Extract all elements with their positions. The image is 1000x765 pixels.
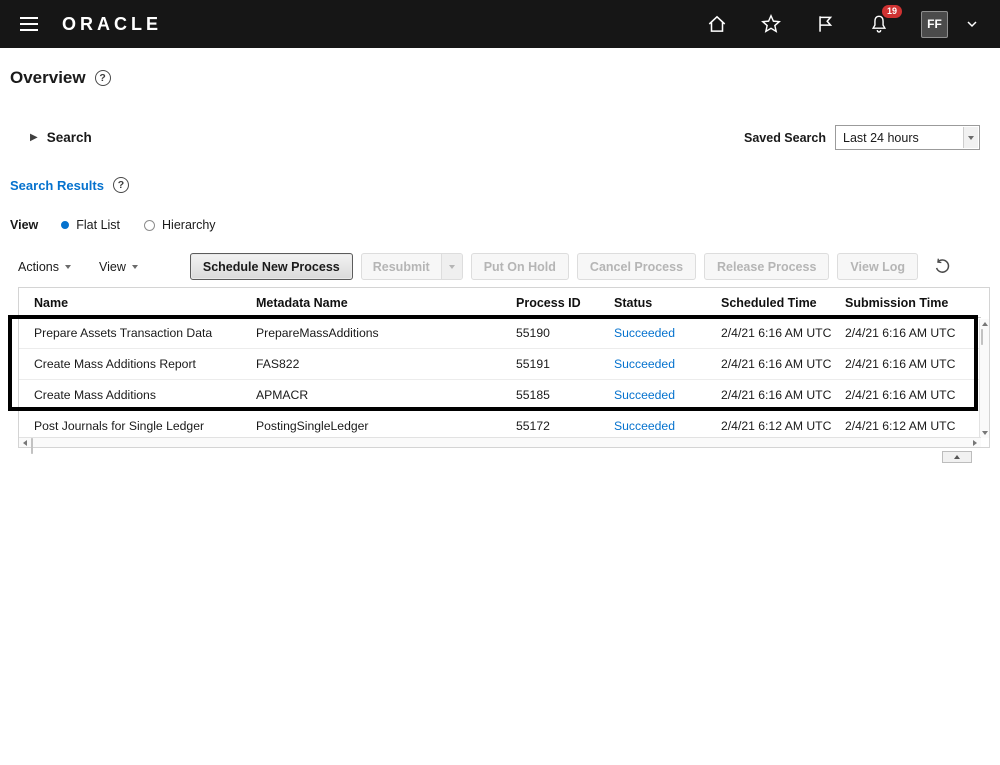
cell-name: Create Mass Additions Report (19, 348, 244, 380)
column-header-submission-time: Submission Time (833, 288, 981, 318)
saved-search-label: Saved Search (744, 130, 826, 145)
flag-icon[interactable] (813, 12, 837, 36)
process-row-highlighted[interactable]: Create Mass Additions APMACR 55185 Succeede… (19, 379, 981, 411)
cell-metadata-name: PrepareMassAdditions (244, 317, 504, 349)
resubmit-dropdown-icon (440, 254, 462, 279)
cell-name: Create Mass Additions (19, 379, 244, 411)
cell-process-id: 55190 (504, 317, 602, 349)
radio-flat-list[interactable]: Flat List (61, 218, 120, 232)
column-header-status: Status (602, 288, 709, 318)
menu-icon[interactable] (16, 13, 42, 35)
view-log-button: View Log (837, 253, 919, 280)
cell-status[interactable]: Succeeded (602, 348, 709, 380)
vertical-scroll-thumb[interactable] (981, 329, 983, 345)
refresh-icon[interactable] (930, 255, 954, 279)
table-header-row: Name Metadata Name Process ID Status Sch… (19, 288, 981, 318)
scroll-left-icon[interactable] (19, 438, 31, 447)
user-menu-chevron-down-icon[interactable] (960, 12, 984, 36)
release-process-button: Release Process (704, 253, 830, 280)
cell-submission-time: 2/4/21 6:16 AM UTC (833, 379, 981, 411)
horizontal-scroll-thumb[interactable] (31, 438, 33, 454)
search-disclosure-icon[interactable]: ▶ (30, 132, 38, 143)
schedule-new-process-button[interactable]: Schedule New Process (189, 253, 353, 280)
radio-unselected-icon (144, 219, 156, 231)
cell-name: Prepare Assets Transaction Data (19, 317, 244, 349)
resubmit-button: Resubmit (360, 253, 463, 280)
collapse-up-icon (954, 455, 960, 459)
process-table-body: Prepare Assets Transaction Data PrepareMa… (19, 317, 981, 442)
cancel-process-button: Cancel Process (576, 253, 697, 280)
favorites-star-icon[interactable] (759, 12, 783, 36)
scroll-up-icon[interactable] (980, 319, 989, 329)
notifications-bell-icon[interactable]: 19 (867, 5, 902, 36)
notification-count-badge: 19 (881, 5, 902, 18)
cell-process-id: 55185 (504, 379, 602, 411)
view-dropdown-icon (131, 264, 138, 269)
process-row-highlighted[interactable]: Create Mass Additions Report FAS822 55191 S… (19, 348, 981, 380)
scroll-down-icon[interactable] (980, 428, 989, 438)
horizontal-scrollbar[interactable] (19, 437, 981, 454)
saved-search-select[interactable]: Last 24 hours (835, 125, 980, 150)
saved-search-dropdown-icon[interactable] (963, 127, 978, 148)
search-results-help-icon[interactable]: ? (112, 177, 129, 193)
process-results-table: Name Metadata Name Process ID Status Sch… (8, 287, 990, 454)
overview-page: Overview ? ▶ Search Saved Search Last 24… (0, 68, 1000, 463)
process-row-highlighted[interactable]: Prepare Assets Transaction Data PrepareMa… (19, 317, 981, 349)
column-header-name: Name (19, 288, 244, 318)
results-toolbar: Actions View Schedule New Process Resubm… (10, 253, 990, 280)
radio-selected-icon (61, 221, 70, 229)
saved-search-value: Last 24 hours (843, 130, 919, 145)
home-icon[interactable] (705, 12, 729, 36)
column-header-process-id: Process ID (504, 288, 602, 318)
cell-metadata-name: FAS822 (244, 348, 504, 380)
cell-status[interactable]: Succeeded (602, 379, 709, 411)
cell-scheduled-time: 2/4/21 6:16 AM UTC (709, 317, 833, 349)
actions-menu[interactable]: Actions (18, 260, 71, 274)
actions-dropdown-icon (65, 264, 71, 269)
page-title: Overview (10, 68, 86, 87)
search-section-title[interactable]: Search (47, 130, 92, 145)
search-results-title: Search Results (10, 177, 104, 193)
cell-submission-time: 2/4/21 6:16 AM UTC (833, 348, 981, 380)
cell-scheduled-time: 2/4/21 6:16 AM UTC (709, 348, 833, 380)
view-menu[interactable]: View (99, 260, 138, 274)
oracle-logo: ORACLE (62, 13, 162, 34)
cell-status[interactable]: Succeeded (602, 317, 709, 349)
global-header: ORACLE 19 FF (0, 0, 1000, 48)
view-label: View (10, 218, 39, 232)
vertical-scrollbar[interactable] (979, 319, 989, 438)
column-header-metadata-name: Metadata Name (244, 288, 504, 318)
put-on-hold-button: Put On Hold (470, 253, 569, 280)
column-header-scheduled-time: Scheduled Time (709, 288, 833, 318)
user-avatar[interactable]: FF (921, 10, 948, 38)
cell-process-id: 55191 (504, 348, 602, 380)
page-help-icon[interactable]: ? (94, 70, 111, 86)
radio-hierarchy[interactable]: Hierarchy (144, 218, 216, 232)
collapse-panel-button[interactable] (942, 451, 972, 463)
cell-metadata-name: APMACR (244, 379, 504, 411)
scroll-right-icon[interactable] (969, 438, 981, 447)
cell-submission-time: 2/4/21 6:16 AM UTC (833, 317, 981, 349)
cell-scheduled-time: 2/4/21 6:16 AM UTC (709, 379, 833, 411)
